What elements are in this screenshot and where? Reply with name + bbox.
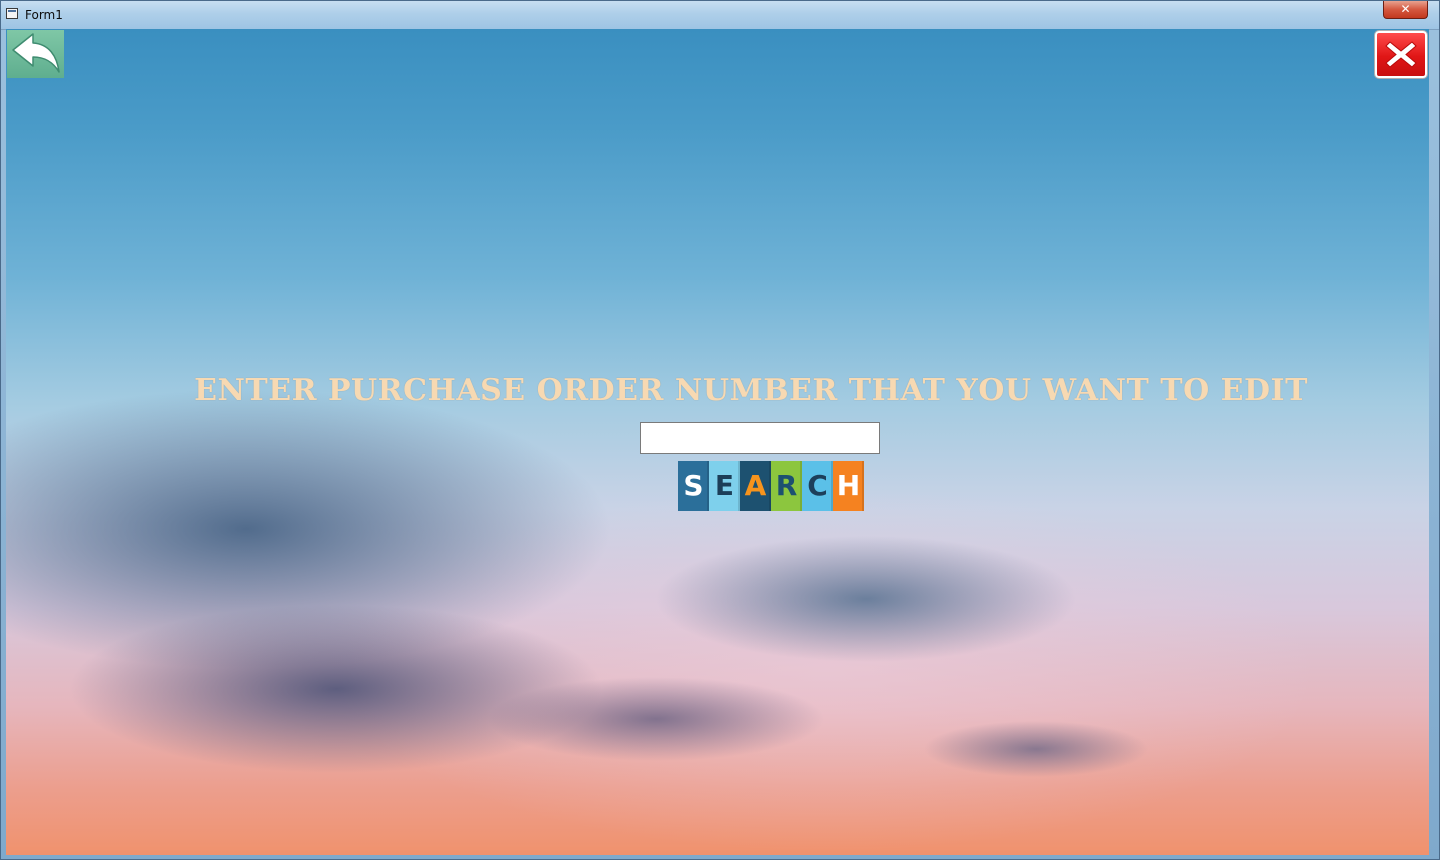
window-close-button[interactable]: ✕	[1383, 1, 1428, 19]
search-tile: H	[833, 461, 864, 511]
search-tile: C	[802, 461, 833, 511]
app-window: Form1 ✕ ENTER PURCHASE ORDER NUMBER THAT…	[0, 0, 1440, 860]
back-arrow-icon	[12, 33, 60, 73]
title-bar[interactable]: Form1 ✕	[1, 1, 1439, 30]
window-app-icon	[6, 8, 18, 19]
close-form-button[interactable]	[1375, 31, 1427, 78]
page-heading: ENTER PURCHASE ORDER NUMBER THAT YOU WAN…	[194, 373, 1308, 408]
main-panel: ENTER PURCHASE ORDER NUMBER THAT YOU WAN…	[6, 29, 1429, 855]
back-button[interactable]	[7, 30, 64, 78]
search-tile: A	[740, 461, 771, 511]
window-close-icon: ✕	[1400, 2, 1411, 16]
search-tile: R	[771, 461, 802, 511]
purchase-order-number-input[interactable]	[640, 422, 880, 454]
search-button[interactable]: SEARCH	[678, 461, 864, 511]
window-title: Form1	[25, 8, 63, 22]
search-tile: E	[709, 461, 740, 511]
close-x-icon	[1385, 41, 1417, 68]
search-tile: S	[678, 461, 709, 511]
